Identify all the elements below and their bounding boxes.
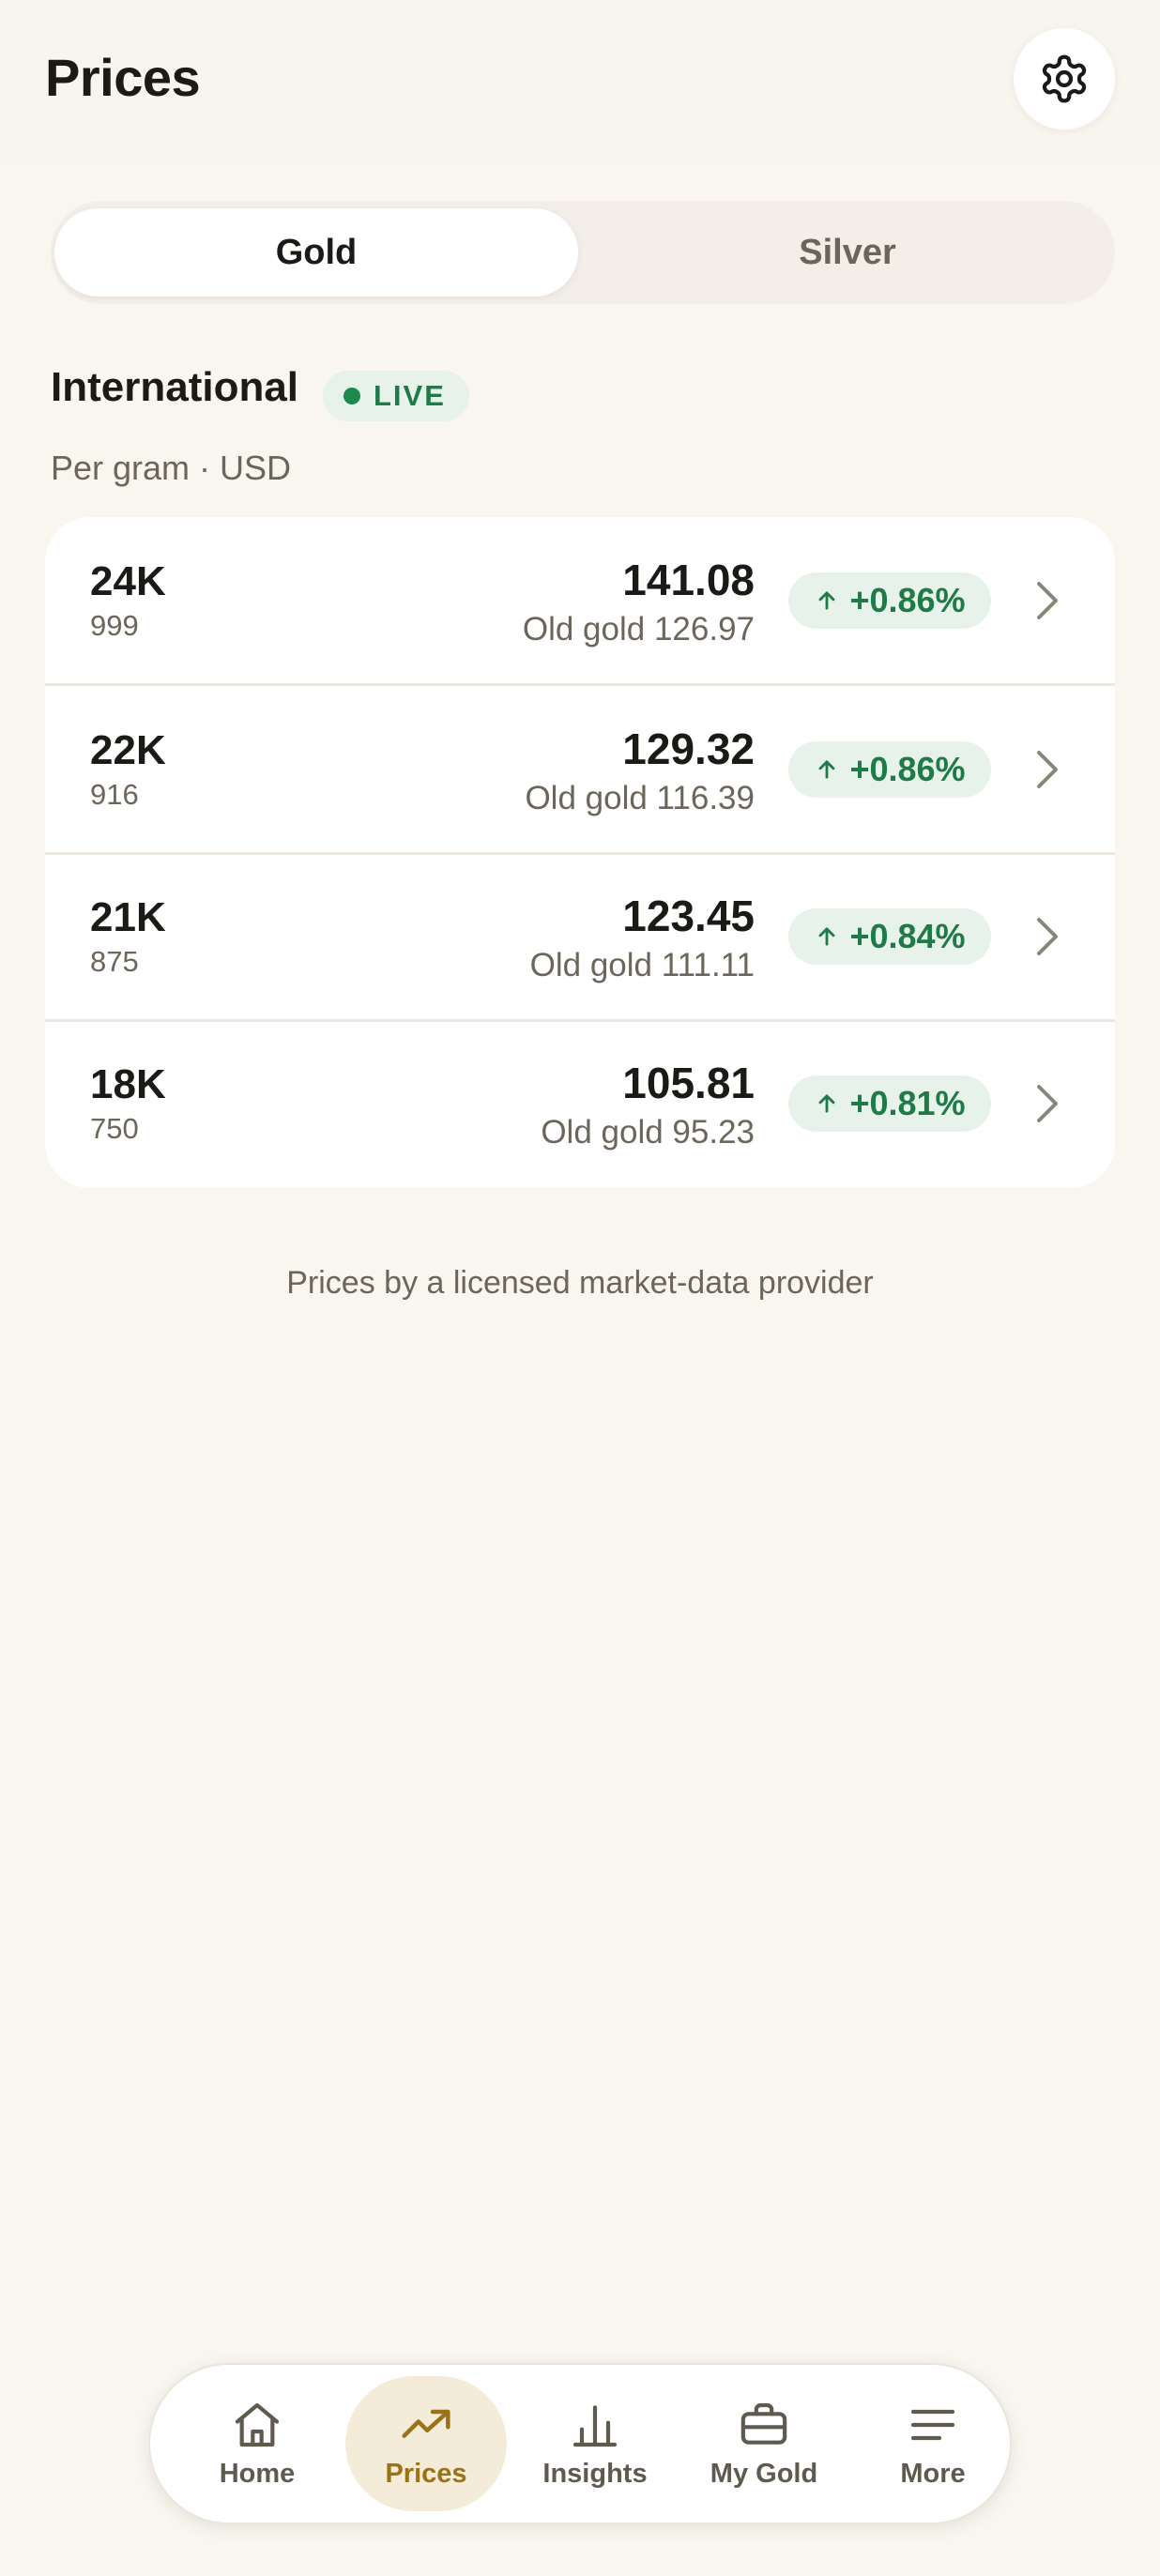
menu-icon: [910, 2409, 955, 2440]
nav-my-gold[interactable]: My Gold: [683, 2376, 845, 2511]
top-bar: Prices: [0, 0, 1160, 160]
live-dot-icon: [343, 388, 360, 404]
nav-insights[interactable]: Insights: [514, 2376, 676, 2511]
silver-tab[interactable]: Silver: [586, 208, 1109, 297]
unit-label: Per gram · USD: [51, 449, 292, 487]
change-value: +0.86%: [849, 750, 966, 788]
nav-home[interactable]: Home: [176, 2376, 338, 2511]
change-value: +0.84%: [849, 917, 966, 955]
change-badge: +0.81%: [788, 1075, 991, 1132]
briefcase-icon: [740, 2402, 787, 2445]
nav-label: Insights: [542, 2458, 648, 2489]
old-gold-price: Old gold 95.23: [541, 1114, 755, 1151]
price-row-24k[interactable]: 24K 999 141.08 Old gold 126.97 +0.86%: [45, 517, 1115, 684]
metal-toggle: Gold Silver: [51, 201, 1115, 304]
chevron-right-icon: [1029, 1077, 1066, 1130]
gold-tab[interactable]: Gold: [54, 208, 578, 297]
price-row-18k[interactable]: 18K 750 105.81 Old gold 95.23 +0.81%: [45, 1020, 1115, 1187]
chevron-right-icon: [1029, 574, 1066, 627]
karat-label: 21K: [90, 894, 166, 940]
nav-prices[interactable]: Prices: [345, 2376, 507, 2511]
nav-label: Prices: [385, 2458, 467, 2489]
chevron-right-icon: [1029, 910, 1066, 963]
change-value: +0.81%: [849, 1084, 966, 1122]
price-list: 24K 999 141.08 Old gold 126.97 +0.86% 22…: [45, 517, 1115, 1188]
old-gold-price: Old gold 116.39: [525, 780, 755, 816]
purity-label: 999: [90, 609, 139, 642]
section-title: International: [51, 364, 299, 410]
provider-note: Prices by a licensed market-data provide…: [286, 1265, 874, 1301]
chevron-right-icon: [1029, 743, 1066, 796]
purity-label: 875: [90, 945, 139, 978]
price-row-21k[interactable]: 21K 875 123.45 Old gold 111.11 +0.84%: [45, 853, 1115, 1020]
change-badge: +0.84%: [788, 908, 991, 965]
change-value: +0.86%: [849, 581, 966, 619]
old-gold-price: Old gold 111.11: [529, 947, 755, 983]
purity-label: 750: [90, 1112, 139, 1145]
nav-label: More: [900, 2458, 966, 2489]
arrow-up-icon: [819, 927, 835, 946]
price-value: 141.08: [622, 556, 755, 604]
change-badge: +0.86%: [788, 741, 991, 798]
home-icon: [235, 2402, 280, 2446]
karat-label: 24K: [90, 558, 166, 604]
live-label: LIVE: [374, 379, 446, 412]
price-value: 123.45: [622, 892, 755, 940]
purity-label: 916: [90, 778, 139, 811]
nav-label: Home: [219, 2458, 296, 2489]
price-value: 129.32: [622, 724, 755, 773]
live-badge: LIVE: [323, 371, 469, 421]
nav-more[interactable]: More: [852, 2376, 1014, 2511]
settings-button[interactable]: [1014, 28, 1115, 130]
karat-label: 18K: [90, 1061, 166, 1107]
trending-up-icon: [402, 2409, 450, 2438]
bottom-nav: Home Prices Insights My Gold More: [148, 2363, 1012, 2524]
arrow-up-icon: [819, 591, 835, 610]
gear-icon: [1042, 54, 1087, 103]
arrow-up-icon: [819, 760, 835, 779]
price-row-22k[interactable]: 22K 916 129.32 Old gold 116.39 +0.86%: [45, 686, 1115, 853]
arrow-up-icon: [819, 1094, 835, 1113]
change-badge: +0.86%: [788, 572, 991, 629]
karat-label: 22K: [90, 727, 166, 773]
old-gold-price: Old gold 126.97: [522, 611, 755, 648]
price-value: 105.81: [622, 1059, 755, 1107]
nav-label: My Gold: [710, 2458, 818, 2489]
page-title: Prices: [45, 48, 201, 107]
bar-chart-icon: [572, 2404, 618, 2446]
